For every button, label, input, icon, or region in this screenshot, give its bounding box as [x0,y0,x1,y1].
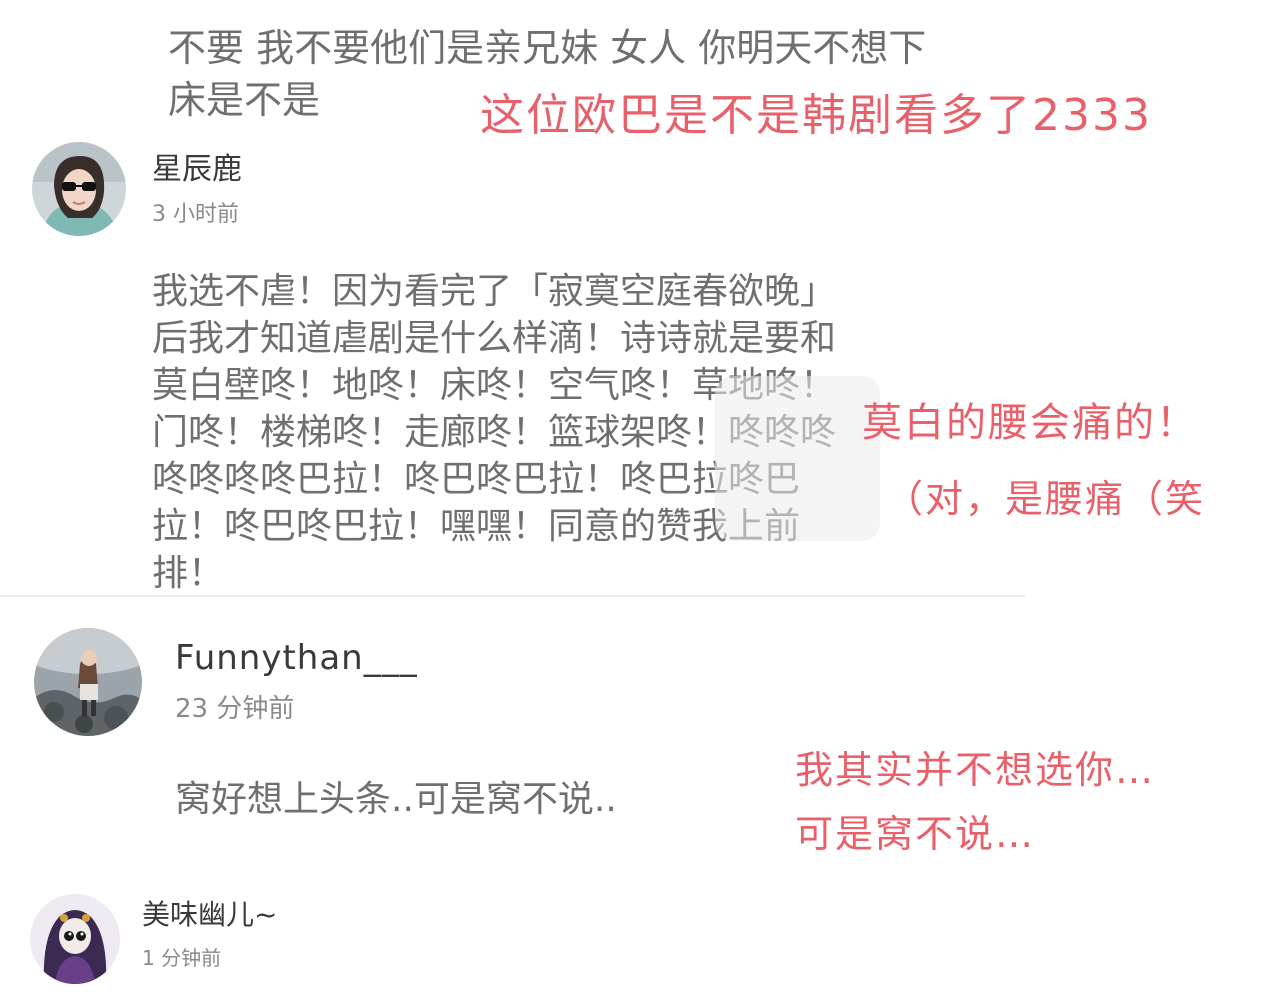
avatar-girl-on-rocks-icon[interactable] [34,628,142,736]
annotation-text: 莫白的腰会痛的！ [862,400,1198,446]
annotation-text: 可是窝不说… [795,812,1036,856]
comment-timestamp: 1 分钟前 [142,946,222,970]
annotation-text: 我其实并不想选你… [795,748,1156,792]
comment-username[interactable]: 星辰鹿 [152,150,242,190]
avatar-woman-sunglasses-icon[interactable] [32,142,126,236]
comment-username[interactable]: Funnythan___ [175,636,418,680]
annotation-text: 这位欧巴是不是韩剧看多了2333 [480,90,1152,141]
comment-feed-screenshot: 不要 我不要他们是亲兄妹 女人 你明天不想下床是不是 星辰鹿 3 小时前 我选不… [0,0,1280,1000]
comment-divider [0,595,1025,597]
comment-timestamp: 3 小时前 [152,202,239,227]
comment-username[interactable]: 美味幽儿~ [142,897,277,933]
avatar-anime-girl-purple-icon[interactable] [30,894,120,984]
comment-timestamp: 23 分钟前 [175,694,295,724]
annotation-text: （对，是腰痛（笑 [885,477,1206,521]
watermark-logo [715,376,880,541]
comment-text: 窝好想上头条..可是窝不说.. [175,779,617,820]
